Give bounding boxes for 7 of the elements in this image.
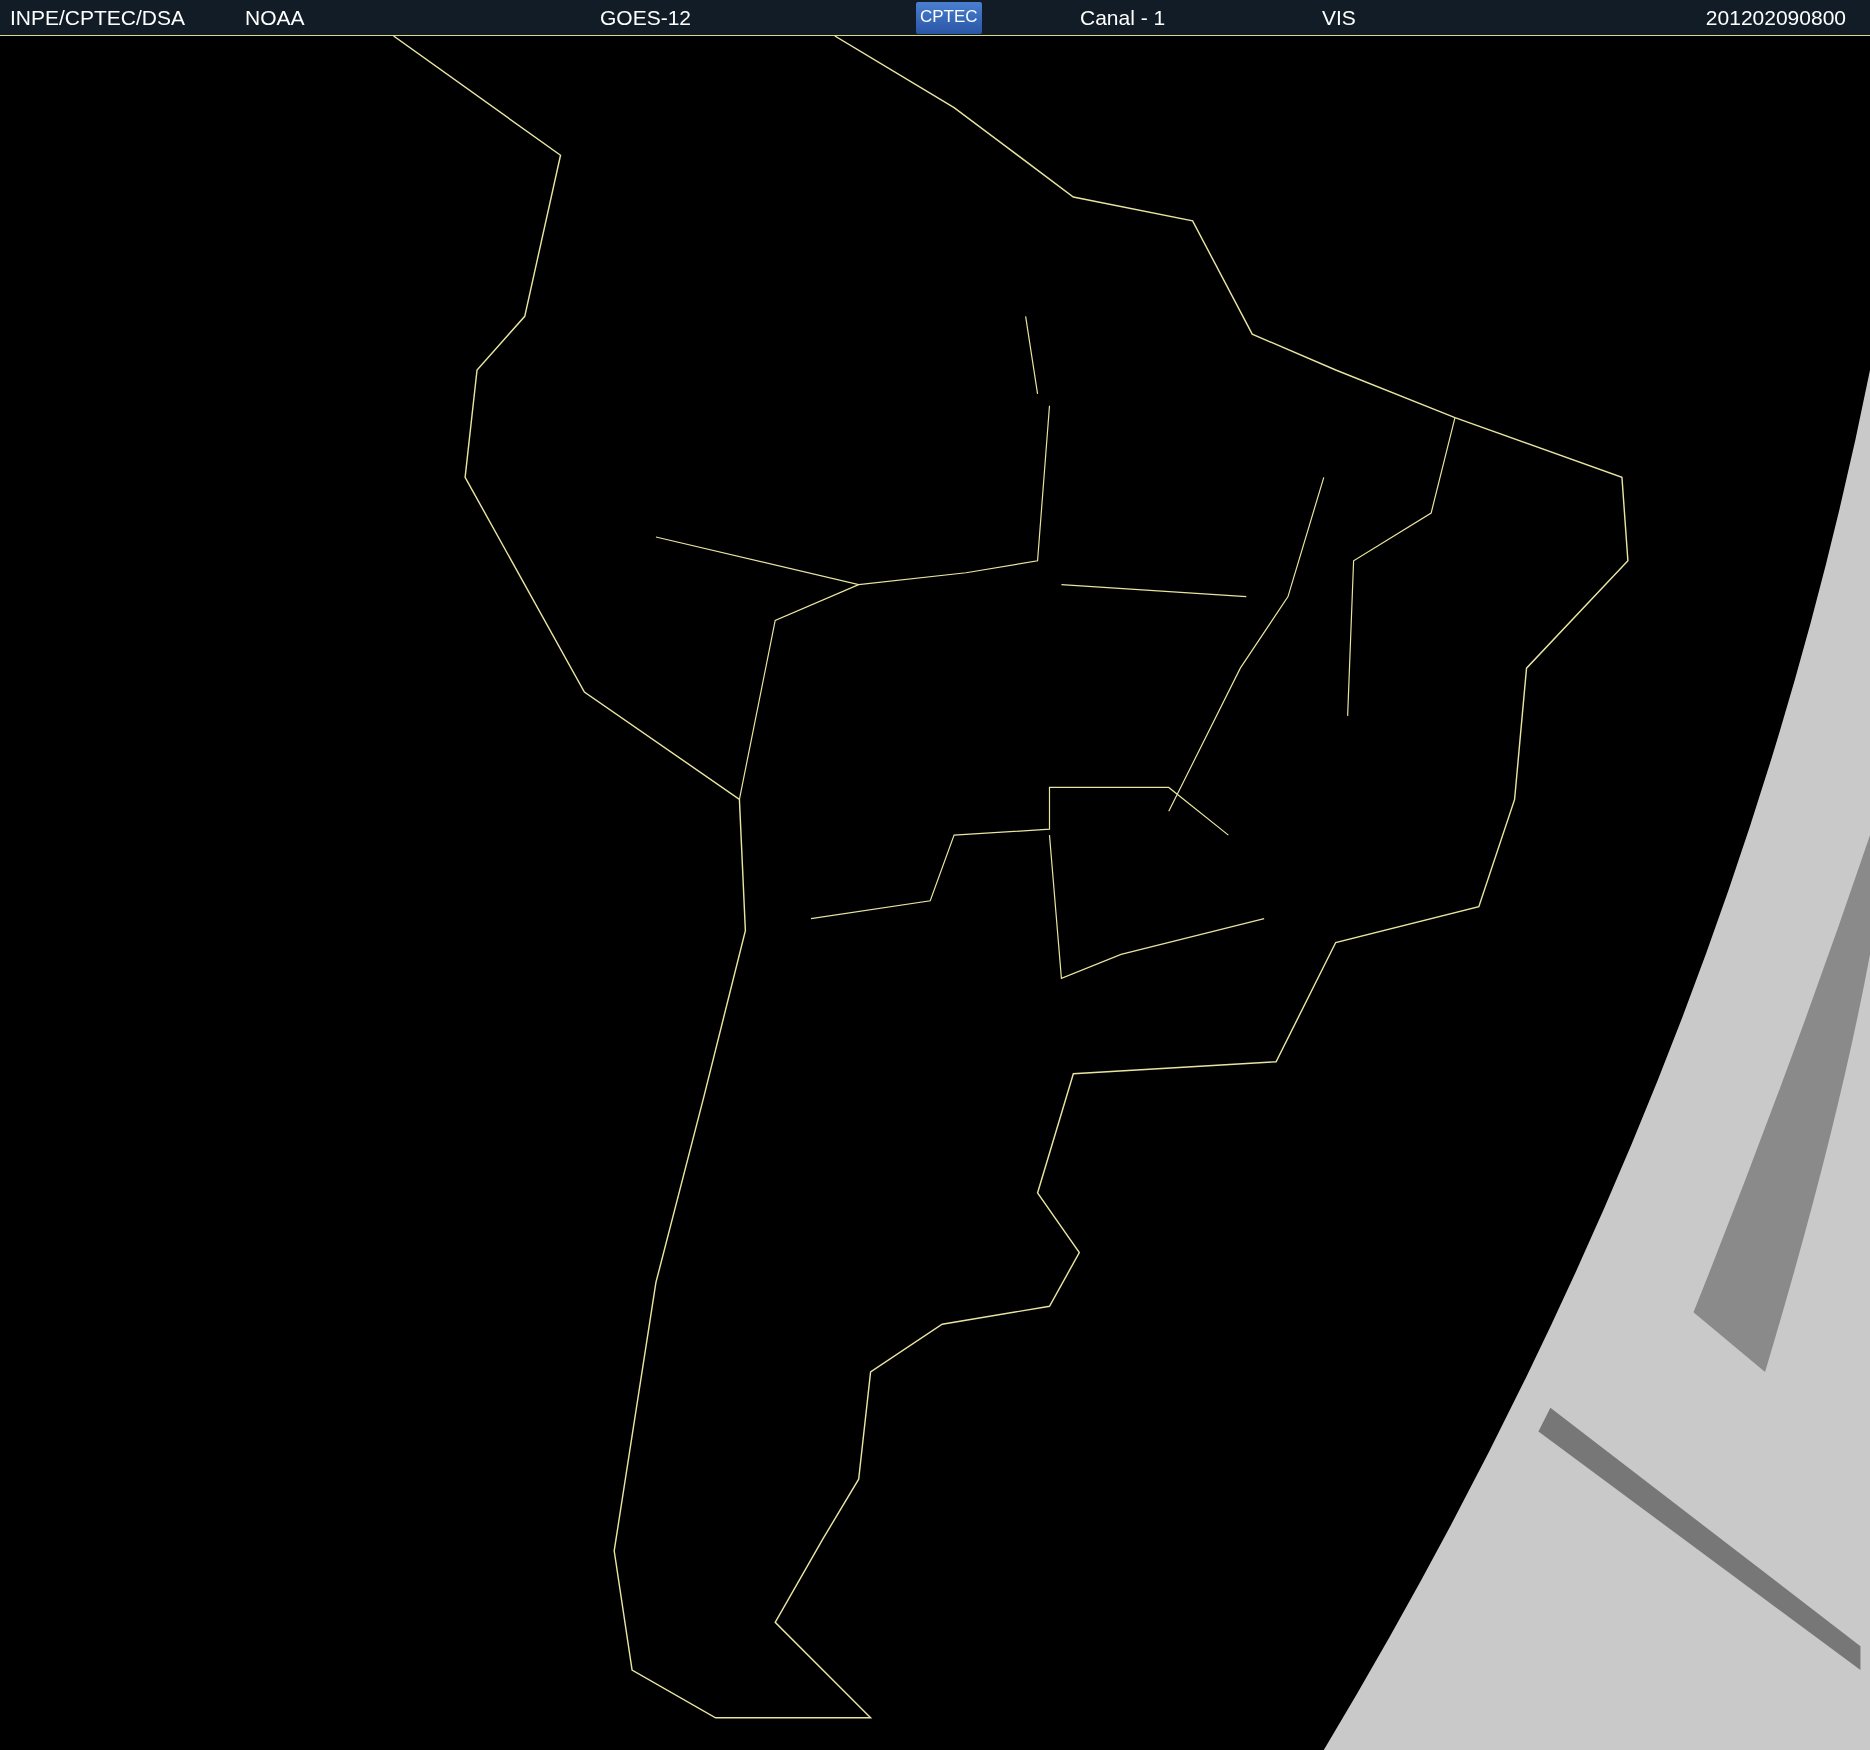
header-label: GOES-12	[600, 5, 693, 30]
header-label: Canal - 1	[1080, 5, 1167, 30]
header-label: NOAA	[245, 5, 306, 30]
header-label: VIS	[1322, 5, 1357, 30]
header-label: 201202090800	[1705, 5, 1846, 30]
logo: CPTEC	[916, 1, 982, 34]
header-label: INPE/CPTEC/DSA	[10, 5, 187, 30]
